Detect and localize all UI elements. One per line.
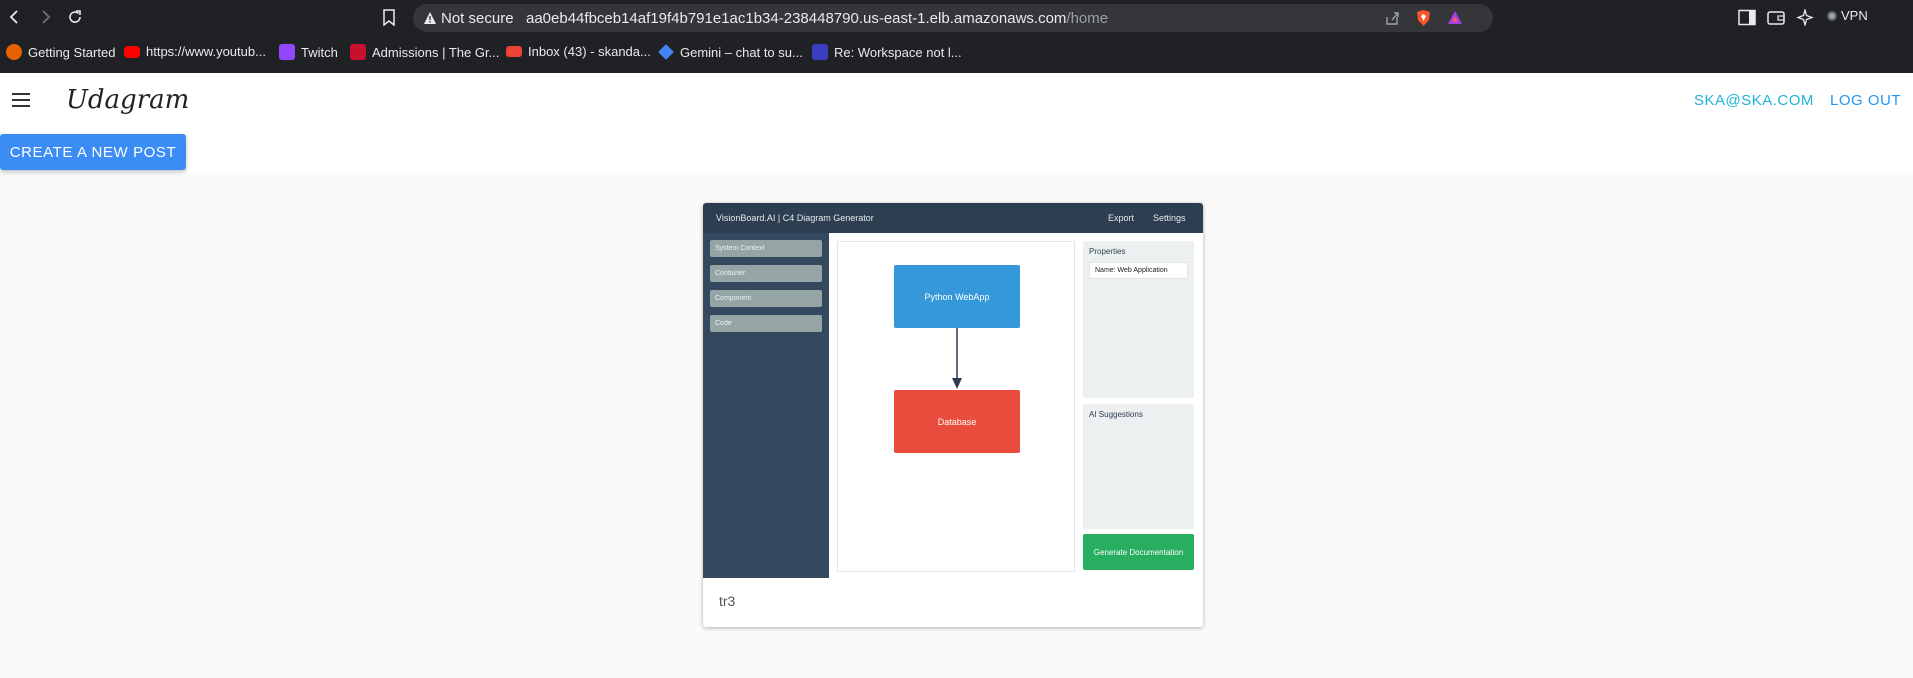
bookmark-label: Getting Started — [28, 44, 116, 60]
image-diagram-canvas: Python WebApp Database — [837, 241, 1075, 572]
chevron-right-icon — [42, 10, 51, 24]
bookmark-item[interactable]: Inbox (43) - skanda... — [506, 44, 651, 59]
image-sidebar-item: System Context — [710, 240, 822, 257]
brave-shields-icon[interactable] — [1415, 9, 1432, 27]
bookmark-item[interactable]: Gemini – chat to su... — [658, 44, 803, 60]
brand-logo[interactable]: Udagram — [66, 85, 189, 115]
chevron-left-icon — [9, 10, 18, 24]
forward-button[interactable] — [34, 6, 56, 28]
image-settings-link: Settings — [1153, 213, 1186, 223]
url-text[interactable]: aa0eb44fbceb14af19f4b791e1ac1b34-2384487… — [526, 10, 1108, 27]
post-image: VisionBoard.AI | C4 Diagram Generator Ex… — [703, 203, 1203, 578]
bookmark-label: Re: Workspace not l... — [834, 44, 962, 60]
sidebar-toggle-icon[interactable] — [1738, 9, 1756, 26]
bookmark-label: Gemini – chat to su... — [680, 44, 803, 60]
image-app-title: VisionBoard.AI | C4 Diagram Generator — [716, 213, 874, 223]
bookmark-item[interactable]: Getting Started — [6, 44, 115, 60]
create-post-button[interactable]: CREATE A NEW POST — [0, 134, 186, 170]
reload-icon — [69, 10, 81, 23]
image-connector-arrow — [952, 328, 962, 389]
youtube-icon — [124, 45, 140, 58]
bookmarks-bar: Getting Started https://www.youtub... Tw… — [0, 35, 1913, 73]
warning-icon — [424, 12, 436, 24]
twitch-icon — [279, 44, 295, 60]
image-export-link: Export — [1108, 213, 1135, 223]
bookmark-item[interactable]: Re: Workspace not l... — [812, 44, 962, 60]
bookmark-label: Inbox (43) - skanda... — [528, 44, 651, 59]
image-sidebar-item: Component — [710, 290, 822, 307]
image-generate-button: Generate Documentation — [1083, 534, 1194, 570]
bookmark-icon[interactable] — [382, 9, 396, 26]
image-properties-panel: Properties Name: Web Application — [1083, 241, 1194, 398]
image-sidebar: System Context Container Component Code — [703, 233, 829, 578]
bookmark-label: https://www.youtub... — [146, 44, 266, 59]
bookmark-item[interactable]: https://www.youtub... — [124, 44, 266, 59]
toolbar-row: CREATE A NEW POST — [0, 129, 1913, 173]
vpn-button[interactable]: VPN — [1827, 8, 1868, 23]
reload-button[interactable] — [64, 6, 86, 28]
gemini-icon — [658, 44, 674, 60]
gmail-icon — [506, 46, 522, 57]
image-node-database: Database — [894, 390, 1020, 453]
url-host: aa0eb44fbceb14af19f4b791e1ac1b34-2384487… — [526, 10, 1067, 27]
vpn-label: VPN — [1841, 8, 1868, 23]
wallet-icon[interactable] — [1767, 9, 1785, 26]
leo-ai-icon[interactable] — [1796, 9, 1814, 26]
firefox-icon — [6, 44, 22, 60]
menu-icon[interactable] — [12, 93, 30, 107]
bookmark-item[interactable]: Twitch — [279, 44, 338, 60]
image-properties-field: Name: Web Application — [1089, 262, 1188, 279]
address-bar[interactable]: Not secure aa0eb44fbceb14af19f4b791e1ac1… — [413, 4, 1493, 32]
image-properties-title: Properties — [1089, 247, 1126, 256]
workspace-icon — [812, 44, 828, 60]
vpn-status-icon — [1827, 10, 1837, 21]
image-sidebar-item: Container — [710, 265, 822, 282]
bookmark-label: Admissions | The Gr... — [372, 44, 500, 60]
logout-button[interactable]: LOG OUT — [1830, 92, 1901, 109]
image-ai-title: AI Suggestions — [1089, 410, 1143, 419]
user-email-link[interactable]: SKA@SKA.COM — [1694, 92, 1814, 109]
bookmark-item[interactable]: Admissions | The Gr... — [350, 44, 499, 60]
brave-rewards-icon[interactable] — [1447, 10, 1463, 26]
back-button[interactable] — [4, 6, 26, 28]
image-ai-panel: AI Suggestions — [1083, 404, 1194, 529]
image-sidebar-item: Code — [710, 315, 822, 332]
post-caption: tr3 — [719, 593, 736, 609]
bookmark-label: Twitch — [301, 44, 338, 60]
admissions-icon — [350, 44, 366, 60]
url-path: /home — [1066, 10, 1109, 27]
image-app-header: VisionBoard.AI | C4 Diagram Generator Ex… — [703, 203, 1203, 233]
browser-toolbar: Not secure aa0eb44fbceb14af19f4b791e1ac1… — [0, 0, 1913, 35]
share-icon[interactable] — [1384, 10, 1400, 26]
app-header: Udagram SKA@SKA.COM LOG OUT — [0, 73, 1913, 129]
not-secure-label: Not secure — [441, 10, 514, 27]
image-node-webapp: Python WebApp — [894, 265, 1020, 328]
post-card: VisionBoard.AI | C4 Diagram Generator Ex… — [703, 203, 1203, 627]
